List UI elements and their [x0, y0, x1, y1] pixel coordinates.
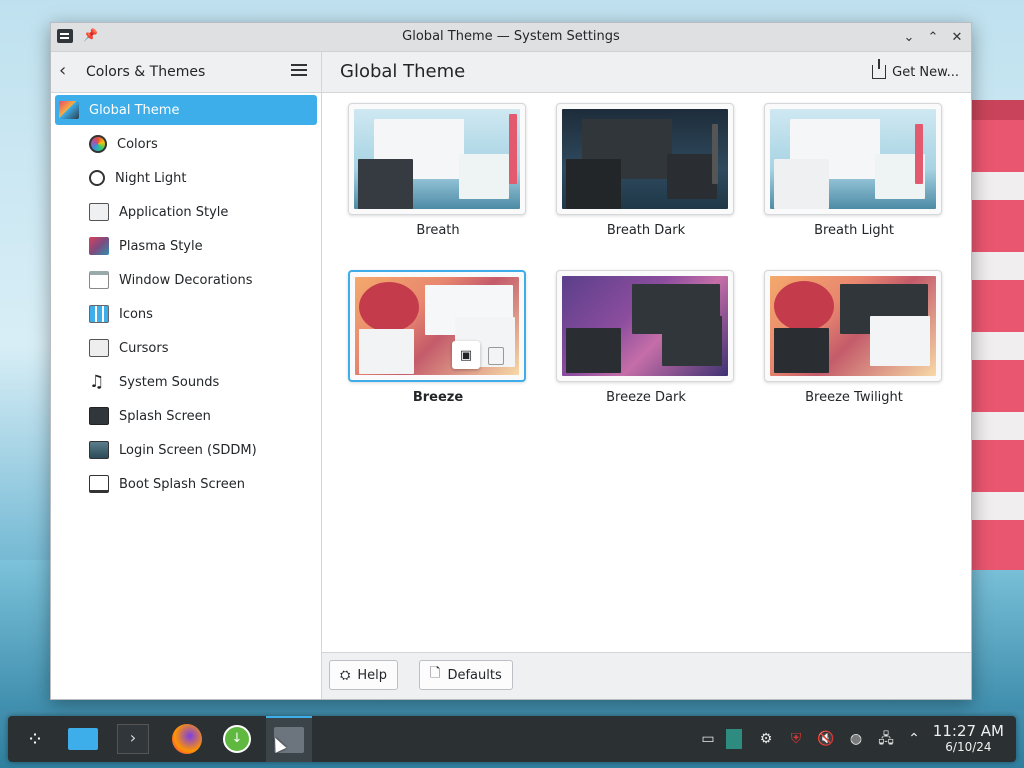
- boot-splash-icon: [89, 475, 109, 493]
- sidebar-header: ‹ Colors & Themes: [51, 52, 322, 92]
- globe-icon[interactable]: ◍: [846, 729, 866, 749]
- clock-date: 6/10/24: [945, 740, 992, 754]
- sidebar-item-global-theme[interactable]: Global Theme: [55, 95, 317, 125]
- close-button[interactable]: ✕: [947, 27, 967, 47]
- terminal-icon[interactable]: ›: [110, 716, 156, 762]
- sidebar-item-label: System Sounds: [119, 374, 220, 390]
- network-icon[interactable]: 🖧: [876, 729, 896, 749]
- sidebar-item-label: Splash Screen: [119, 408, 211, 424]
- minimize-button[interactable]: ⌄: [899, 27, 919, 47]
- file-manager-icon[interactable]: [60, 716, 106, 762]
- cursors-icon: [89, 339, 109, 357]
- system-settings-window: 📌 Global Theme — System Settings ⌄ ⌃ ✕ ‹…: [50, 22, 972, 700]
- theme-label: Breath Dark: [606, 223, 686, 238]
- sidebar-item-label: Window Decorations: [119, 272, 253, 288]
- icons-icon: [89, 305, 109, 323]
- firefox-icon[interactable]: [164, 716, 210, 762]
- theme-label: Breeze Twilight: [805, 390, 903, 405]
- sidebar-item-label: Cursors: [119, 340, 169, 356]
- theme-thumbnail-selected[interactable]: ▣: [348, 270, 526, 382]
- sidebar-item-boot-splash-screen[interactable]: Boot Splash Screen: [55, 469, 317, 499]
- trash-icon[interactable]: [488, 347, 504, 365]
- colors-icon: [89, 135, 107, 153]
- theme-label: Breeze Dark: [606, 390, 686, 405]
- sidebar-item-label: Colors: [117, 136, 158, 152]
- wallpaper-lighthouse: [964, 120, 1024, 570]
- music-note-icon: ♫: [89, 372, 105, 392]
- header-bar: ‹ Colors & Themes Global Theme Get New..…: [51, 52, 971, 93]
- sidebar-item-label: Night Light: [115, 170, 187, 186]
- get-new-label: Get New...: [892, 64, 959, 80]
- clock-time: 11:27 AM: [932, 722, 1004, 740]
- page-title: Global Theme: [340, 61, 466, 82]
- theme-thumbnail[interactable]: [764, 270, 942, 382]
- theme-label: Breeze: [412, 390, 464, 405]
- defaults-button[interactable]: 🗋 Defaults: [419, 660, 513, 690]
- global-theme-icon: [59, 101, 79, 119]
- footer-bar: ⛭ Help 🗋 Defaults: [322, 652, 971, 699]
- discover-icon[interactable]: ↓: [214, 716, 260, 762]
- sidebar-item-icons[interactable]: Icons: [55, 299, 317, 329]
- theme-card-breeze-twilight[interactable]: Breeze Twilight: [764, 270, 944, 405]
- digital-clock[interactable]: 11:27 AM 6/10/24: [933, 722, 1004, 754]
- theme-card-breath[interactable]: Breath: [348, 103, 528, 238]
- sidebar-item-label: Boot Splash Screen: [119, 476, 245, 492]
- sidebar-item-label: Application Style: [119, 204, 229, 220]
- show-desktop-icon[interactable]: ▭: [698, 729, 718, 749]
- help-icon: ⛭: [340, 667, 351, 683]
- title-bar[interactable]: 📌 Global Theme — System Settings ⌄ ⌃ ✕: [51, 23, 971, 52]
- application-style-icon: [89, 203, 109, 221]
- sidebar-item-night-light[interactable]: Night Light: [55, 163, 317, 193]
- image-preview-icon[interactable]: ▣: [452, 341, 480, 369]
- get-new-button[interactable]: Get New...: [872, 59, 959, 82]
- application-launcher-icon[interactable]: ⁘: [12, 716, 58, 762]
- sidebar-item-application-style[interactable]: Application Style: [55, 197, 317, 227]
- splash-screen-icon: [89, 407, 109, 425]
- window-title: Global Theme — System Settings: [402, 29, 620, 44]
- window-decorations-icon: [89, 271, 109, 289]
- theme-thumbnail[interactable]: [348, 103, 526, 215]
- sidebar-item-label: Plasma Style: [119, 238, 203, 254]
- defaults-label: Defaults: [447, 667, 502, 683]
- help-button[interactable]: ⛭ Help: [329, 660, 399, 690]
- sidebar-item-window-decorations[interactable]: Window Decorations: [55, 265, 317, 295]
- sidebar-title: Colors & Themes: [86, 64, 206, 80]
- sidebar-item-label: Icons: [119, 306, 153, 322]
- theme-thumbnail[interactable]: [764, 103, 942, 215]
- theme-thumbnail[interactable]: [556, 270, 734, 382]
- sidebar-item-label: Login Screen (SDDM): [119, 442, 257, 458]
- theme-card-breeze[interactable]: ▣ Breeze: [348, 270, 528, 405]
- sidebar-item-colors[interactable]: Colors: [55, 129, 317, 159]
- hamburger-menu-icon[interactable]: [291, 64, 307, 78]
- theme-label: Breath: [416, 223, 460, 238]
- kde-connect-icon[interactable]: ⚙: [756, 729, 776, 749]
- security-shield-icon[interactable]: ⛨: [786, 729, 806, 749]
- taskbar: ⁘ › ↓ ▭ ⚙ ⛨ 🔇 ◍ 🖧 ⌃ 11:27 AM 6/10/24: [8, 716, 1016, 762]
- theme-card-breath-dark[interactable]: Breath Dark: [556, 103, 736, 238]
- sidebar-item-label: Global Theme: [89, 102, 180, 118]
- sidebar: Global Theme Colors Night Light Applicat…: [51, 93, 322, 699]
- sidebar-item-login-screen[interactable]: Login Screen (SDDM): [55, 435, 317, 465]
- sidebar-item-splash-screen[interactable]: Splash Screen: [55, 401, 317, 431]
- download-icon: [872, 59, 887, 79]
- help-label: Help: [357, 667, 388, 683]
- maximize-button[interactable]: ⌃: [923, 27, 943, 47]
- login-screen-icon: [89, 441, 109, 459]
- sidebar-item-plasma-style[interactable]: Plasma Style: [55, 231, 317, 261]
- theme-label: Breath Light: [814, 223, 894, 238]
- back-button[interactable]: ‹: [59, 62, 79, 82]
- sidebar-item-system-sounds[interactable]: ♫ System Sounds: [55, 367, 317, 397]
- theme-card-breath-light[interactable]: Breath Light: [764, 103, 944, 238]
- document-revert-icon: 🗋: [430, 666, 441, 681]
- pager-icon[interactable]: [726, 729, 746, 749]
- theme-card-breeze-dark[interactable]: Breeze Dark: [556, 270, 736, 405]
- expand-tray-icon[interactable]: ⌃: [904, 729, 924, 749]
- night-light-icon: [89, 170, 105, 186]
- theme-thumbnail[interactable]: [556, 103, 734, 215]
- volume-muted-icon[interactable]: 🔇: [816, 729, 836, 749]
- theme-grid: Breath Breath Dark Breath Light ▣ Breeze…: [322, 93, 971, 653]
- plasma-style-icon: [89, 237, 109, 255]
- sidebar-item-cursors[interactable]: Cursors: [55, 333, 317, 363]
